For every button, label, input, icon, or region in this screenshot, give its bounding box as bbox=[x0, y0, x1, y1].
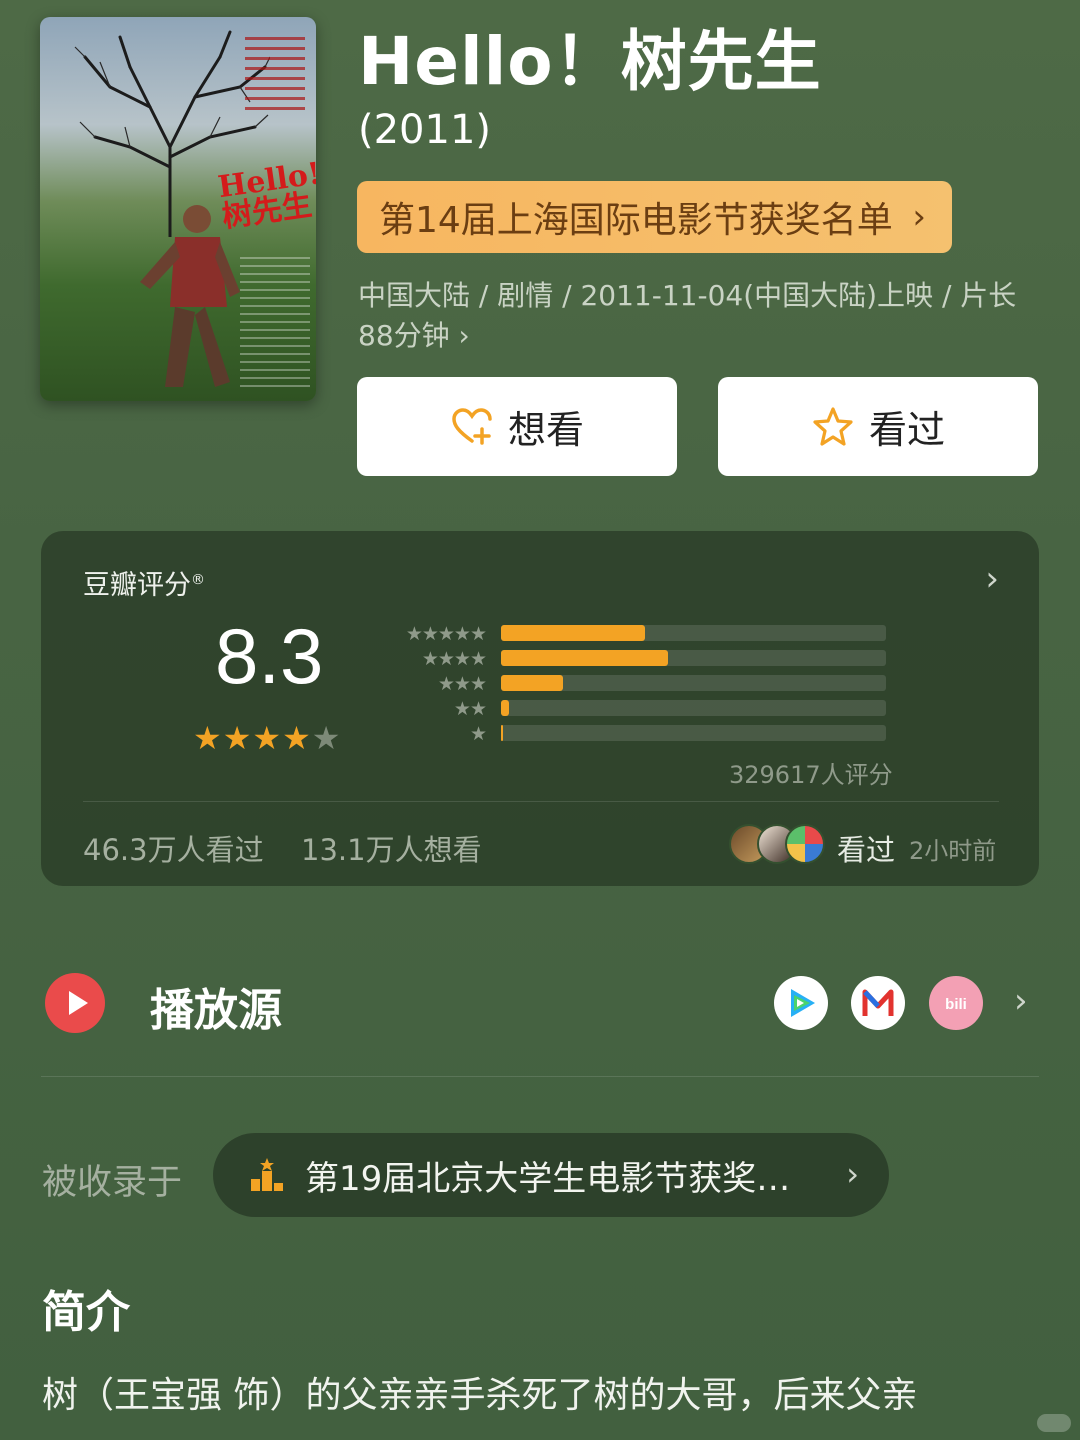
distribution-stars: ★ bbox=[469, 723, 487, 745]
star-filled-icon: ★ bbox=[252, 719, 282, 757]
star-filled-icon: ★ bbox=[282, 719, 311, 757]
watched-count[interactable]: 46.3万人看过 bbox=[83, 827, 264, 869]
rating-card[interactable]: 豆瓣评分® › 8.3 ★ ★ ★ ★ ★ ★★★★★ ★★★★ ★★★ ★★ ★ 329617… bbox=[41, 531, 1039, 886]
want-to-watch-button[interactable]: 想看 bbox=[357, 377, 677, 476]
distribution-track bbox=[501, 725, 886, 741]
star-empty-icon: ★ bbox=[311, 719, 341, 757]
avatar bbox=[785, 824, 825, 864]
chevron-right-icon: › bbox=[912, 197, 926, 237]
chevron-right-icon[interactable]: › bbox=[985, 559, 999, 599]
poster-running-man bbox=[140, 205, 240, 387]
heart-plus-icon bbox=[452, 407, 492, 445]
divider bbox=[41, 1076, 1039, 1077]
rating-score: 8.3 bbox=[215, 612, 324, 700]
douban-rating-label: 豆瓣评分® bbox=[83, 570, 205, 601]
distribution-bar bbox=[501, 725, 504, 741]
divider bbox=[83, 801, 999, 802]
rating-count: 329617人评分 bbox=[729, 761, 893, 789]
wishing-count[interactable]: 13.1万人想看 bbox=[301, 827, 482, 869]
movie-title: Hello！树先生 bbox=[358, 23, 822, 100]
poster-top-credits bbox=[245, 37, 305, 117]
star-filled-icon: ★ bbox=[193, 719, 222, 757]
distribution-bar bbox=[501, 675, 563, 691]
friend-activity-label: 看过 bbox=[837, 833, 896, 867]
distribution-stars: ★★★★★ bbox=[405, 623, 487, 645]
svg-text:bili: bili bbox=[945, 996, 967, 1013]
intro-text: 树（王宝强 饰）的父亲亲手杀死了树的大哥，后来父亲 bbox=[42, 1375, 918, 1416]
friend-activity-time: 2小时前 bbox=[909, 837, 997, 865]
podium-icon bbox=[251, 1158, 283, 1191]
movie-year: (2011) bbox=[358, 107, 492, 153]
award-list-link[interactable]: 第14届上海国际电影节获奖名单 › bbox=[357, 181, 952, 253]
play-source-label[interactable]: 播放源 bbox=[150, 974, 282, 1038]
distribution-bar bbox=[501, 625, 646, 641]
play-icon[interactable] bbox=[45, 973, 105, 1033]
watched-label: 看过 bbox=[868, 408, 945, 452]
collected-list-name: 第19届北京大学生电影节获奖… bbox=[305, 1158, 791, 1199]
watermark bbox=[1037, 1414, 1071, 1432]
collected-in-label: 被收录于 bbox=[42, 1163, 183, 1203]
chevron-right-icon: › bbox=[846, 1155, 859, 1193]
chevron-right-icon[interactable]: › bbox=[1014, 981, 1028, 1021]
distribution-stars: ★★ bbox=[453, 698, 487, 720]
distribution-track bbox=[501, 675, 886, 691]
tencent-video-icon[interactable] bbox=[774, 976, 828, 1030]
rating-stars: ★ ★ ★ ★ ★ bbox=[193, 721, 340, 755]
movie-meta-info[interactable]: 中国大陆 / 剧情 / 2011-11-04(中国大陆)上映 / 片长88分钟 … bbox=[358, 276, 1038, 356]
movie-poster[interactable]: Hello! 树先生 bbox=[40, 17, 316, 401]
intro-heading: 简介 bbox=[42, 1287, 130, 1338]
star-filled-icon: ★ bbox=[222, 719, 252, 757]
star-outline-icon bbox=[813, 406, 853, 446]
mango-tv-icon[interactable] bbox=[851, 976, 905, 1030]
distribution-track bbox=[501, 625, 886, 641]
distribution-track bbox=[501, 650, 886, 666]
distribution-stars: ★★★★ bbox=[421, 648, 487, 670]
want-to-watch-label: 想看 bbox=[507, 408, 584, 452]
collected-list-link[interactable]: 第19届北京大学生电影节获奖… › bbox=[213, 1133, 889, 1217]
distribution-stars: ★★★ bbox=[437, 673, 487, 695]
poster-credits-block bbox=[240, 257, 310, 387]
watched-button[interactable]: 看过 bbox=[718, 377, 1038, 476]
award-list-label: 第14届上海国际电影节获奖名单 bbox=[379, 200, 893, 241]
bilibili-icon[interactable]: bili bbox=[929, 976, 983, 1030]
friend-avatars[interactable] bbox=[729, 824, 829, 864]
distribution-bar bbox=[501, 700, 509, 716]
distribution-bar bbox=[501, 650, 669, 666]
distribution-track bbox=[501, 700, 886, 716]
